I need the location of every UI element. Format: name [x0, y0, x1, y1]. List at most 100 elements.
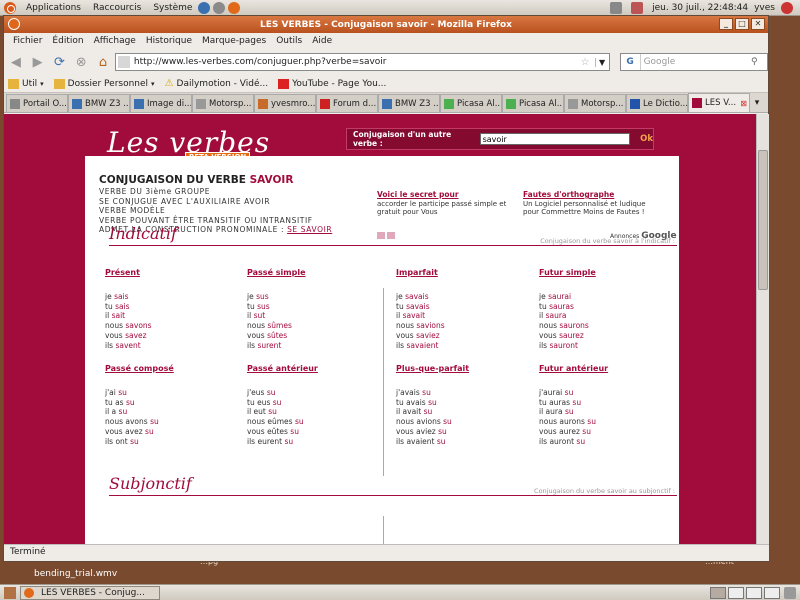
tense-name-link[interactable]: Futur antérieur — [539, 364, 669, 374]
tab-list-icon[interactable]: ▾ — [750, 98, 764, 108]
user-name[interactable]: yves — [754, 3, 775, 13]
tense-name-link[interactable]: Passé antérieur — [247, 364, 377, 374]
window-icon[interactable] — [8, 18, 20, 30]
tab-label: Picasa Al... — [457, 98, 502, 109]
ad-block-1[interactable]: Voici le secret pour accorder le partici… — [377, 190, 517, 217]
search-input[interactable]: Google — [641, 57, 676, 67]
panel-menu-systeme[interactable]: Système — [147, 3, 198, 13]
tense-name-link[interactable]: Passé simple — [247, 268, 377, 278]
workspace-3[interactable] — [746, 586, 762, 599]
menu-historique[interactable]: Historique — [141, 36, 197, 46]
panel-menu-applications[interactable]: Applications — [20, 3, 87, 13]
tense-name-link[interactable]: Futur simple — [539, 268, 669, 278]
menu-fichier[interactable]: Fichier — [8, 36, 47, 46]
back-arrow-icon[interactable]: ◀ — [6, 52, 26, 72]
pronoun: nous — [105, 321, 126, 331]
window-titlebar[interactable]: LES VERBES - Conjugaison savoir - Mozill… — [4, 16, 768, 33]
vertical-scrollbar[interactable] — [756, 114, 769, 544]
search-icon[interactable]: ⚲ — [751, 57, 767, 67]
power-icon[interactable] — [781, 1, 793, 14]
verb-form: su — [572, 397, 582, 407]
bookmark-util[interactable]: Util ▾ — [8, 78, 44, 89]
help-icon[interactable] — [198, 1, 211, 14]
tab-6[interactable]: BMW Z3 ... — [378, 94, 440, 112]
bookmark-dailymotion[interactable]: ⚠ Dailymotion - Vidé... — [165, 78, 269, 89]
conjugation-row: il sut — [247, 311, 377, 321]
page-title: CONJUGAISON DU VERBE SAVOIR — [99, 174, 294, 186]
show-desktop-icon[interactable] — [4, 586, 16, 599]
firefox-launcher-icon[interactable] — [228, 1, 241, 14]
pronoun: nous — [396, 321, 417, 331]
pronominal-link[interactable]: SE SAVOIR — [287, 225, 332, 234]
tab-4[interactable]: yvesmro... — [254, 94, 316, 112]
tab-11[interactable]: LES V... ⊠ — [688, 93, 750, 112]
tab-favicon-icon — [444, 98, 454, 109]
menu-edition[interactable]: Édition — [47, 36, 88, 46]
bookmark-youtube[interactable]: YouTube - Page You... — [278, 78, 386, 89]
ad-next-icon[interactable] — [387, 232, 395, 239]
ad-title-link[interactable]: Fautes d'orthographe — [523, 190, 663, 200]
home-icon[interactable]: ⌂ — [93, 52, 113, 72]
search-engine-icon[interactable]: G — [621, 54, 641, 70]
pronoun: j'avais — [396, 387, 423, 397]
desktop-file-label[interactable]: bending_trial.wmv — [34, 569, 117, 579]
menu-outils[interactable]: Outils — [271, 36, 307, 46]
tab-close-icon[interactable]: ⊠ — [740, 99, 749, 108]
verb-form: su — [438, 426, 447, 436]
ad-title-link[interactable]: Voici le secret pour — [377, 190, 517, 200]
maximize-button[interactable]: □ — [735, 18, 749, 30]
conjugation-search-input[interactable] — [479, 133, 631, 145]
pronoun: tu — [396, 301, 407, 311]
tab-0[interactable]: Portail O... — [6, 94, 68, 112]
scrollbar-thumb[interactable] — [758, 150, 768, 290]
conjugation-row: nous eûmes su — [247, 417, 377, 427]
verb-form: sauras — [549, 301, 574, 311]
verb-form: sûtes — [267, 330, 288, 340]
verb-form: su — [564, 387, 574, 397]
tense-name-link[interactable]: Passé composé — [105, 364, 235, 374]
tab-5[interactable]: Forum d... — [316, 94, 378, 112]
network-status-icon[interactable] — [610, 1, 623, 14]
pronoun: je — [247, 291, 257, 301]
tab-10[interactable]: Le Dictio... — [626, 94, 688, 112]
tab-2[interactable]: Image di... — [130, 94, 192, 112]
menu-aide[interactable]: Aide — [307, 36, 337, 46]
pronoun: je — [105, 291, 115, 301]
menu-marque-pages[interactable]: Marque-pages — [197, 36, 271, 46]
menu-affichage[interactable]: Affichage — [89, 36, 141, 46]
reload-icon[interactable]: ⟳ — [50, 52, 70, 72]
ad-block-2[interactable]: Fautes d'orthographe Un Logiciel personn… — [523, 190, 663, 217]
search-box[interactable]: G Google ⚲ — [619, 53, 768, 71]
tab-3[interactable]: Motorsp... — [192, 94, 254, 112]
tense-name-link[interactable]: Imparfait — [396, 268, 526, 278]
taskbar-firefox-task[interactable]: LES VERBES - Conjug... — [20, 585, 160, 600]
url-bar[interactable]: http://www.les-verbes.com/conjuguer.php?… — [114, 53, 610, 71]
url-dropdown-icon[interactable]: ▼ — [594, 57, 609, 67]
clock[interactable]: jeu. 30 juil., 22:48:44 — [652, 3, 748, 13]
ubuntu-logo-icon[interactable] — [4, 1, 16, 14]
tense-name-link[interactable]: Plus-que-parfait — [396, 364, 526, 374]
workspace-1[interactable] — [710, 586, 726, 599]
bookmark-dossier-personnel[interactable]: Dossier Personnel ▾ — [53, 78, 155, 89]
url-input[interactable]: http://www.les-verbes.com/conjuguer.php?… — [134, 57, 581, 67]
tab-7[interactable]: Picasa Al... — [440, 94, 502, 112]
verb-form: saurez — [559, 330, 584, 340]
close-button[interactable]: ✕ — [751, 18, 765, 30]
verb-name: SAVOIR — [249, 174, 294, 186]
panel-menu-raccourcis[interactable]: Raccourcis — [87, 3, 147, 13]
tab-8[interactable]: Picasa Al... — [502, 94, 564, 112]
tab-1[interactable]: BMW Z3 ... — [68, 94, 130, 112]
bookmark-star-icon[interactable]: ☆ — [581, 57, 595, 68]
network-icon[interactable] — [213, 1, 226, 14]
stop-icon[interactable]: ⊗ — [71, 52, 91, 72]
tense-name-link[interactable]: Présent — [105, 268, 235, 278]
workspace-4[interactable] — [764, 586, 780, 599]
ad-prev-icon[interactable] — [377, 232, 385, 239]
workspace-2[interactable] — [728, 586, 744, 599]
tab-9[interactable]: Motorsp... — [564, 94, 626, 112]
forward-arrow-icon[interactable]: ▶ — [28, 52, 48, 72]
volume-icon[interactable] — [631, 1, 644, 14]
trash-icon[interactable] — [784, 586, 796, 599]
conjugation-ok-button[interactable]: Ok — [640, 134, 653, 144]
minimize-button[interactable]: _ — [719, 18, 733, 30]
